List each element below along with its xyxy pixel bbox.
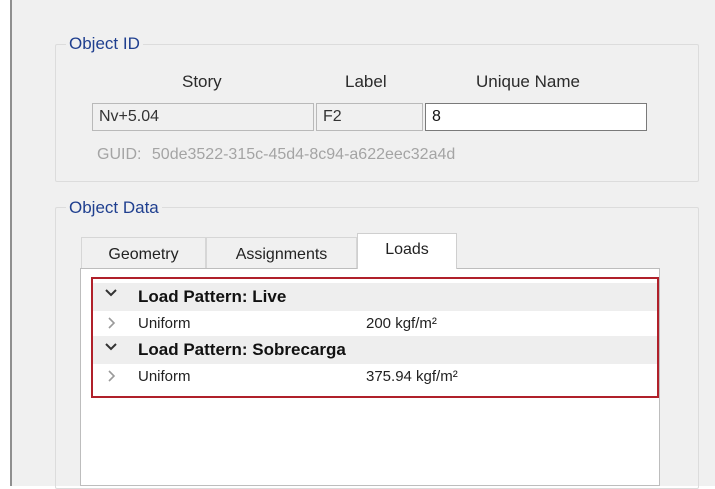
guid-row: GUID: 50de3522-315c-45d4-8c94-a622eec32a… <box>97 145 455 165</box>
label-header: Label <box>345 72 387 91</box>
unique-name-header: Unique Name <box>476 72 580 91</box>
label-field: F2 <box>316 103 423 131</box>
tab-loads[interactable]: Loads <box>357 233 457 269</box>
guid-value: 50de3522-315c-45d4-8c94-a622eec32a4d <box>151 146 456 163</box>
highlight-box <box>91 277 659 398</box>
unique-name-field[interactable]: 8 <box>425 103 647 131</box>
guid-label: GUID: <box>97 146 142 163</box>
object-id-group-title: Object ID <box>66 34 143 54</box>
tab-assignments[interactable]: Assignments <box>206 237 357 269</box>
object-data-group-title: Object Data <box>66 198 162 218</box>
story-header: Story <box>182 72 222 91</box>
story-field: Nv+5.04 <box>92 103 314 131</box>
tab-geometry[interactable]: Geometry <box>81 237 206 269</box>
